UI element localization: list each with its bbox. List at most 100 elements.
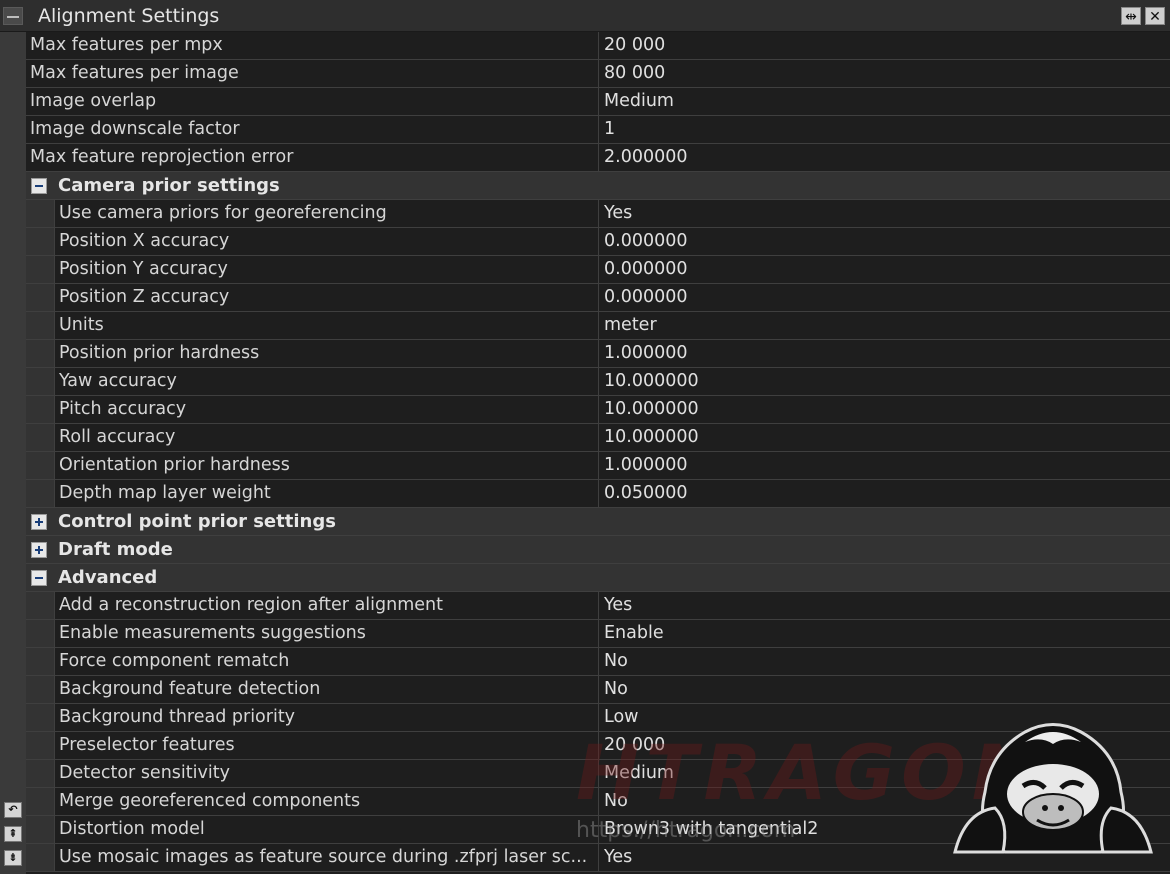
- property-value[interactable]: 10.000000: [598, 396, 1170, 423]
- property-row[interactable]: Enable measurements suggestions Enable: [26, 620, 1170, 648]
- property-value[interactable]: 10.000000: [598, 368, 1170, 395]
- property-name: Position Z accuracy: [54, 284, 598, 311]
- property-name: Add a reconstruction region after alignm…: [54, 592, 598, 619]
- property-name: Roll accuracy: [54, 424, 598, 451]
- property-value[interactable]: 1.000000: [598, 452, 1170, 479]
- property-name: Background thread priority: [54, 704, 598, 731]
- property-row[interactable]: Detector sensitivity Medium: [26, 760, 1170, 788]
- minus-square-icon[interactable]: [31, 178, 47, 194]
- property-value[interactable]: Low: [598, 704, 1170, 731]
- property-value[interactable]: Yes: [598, 592, 1170, 619]
- property-row[interactable]: Image downscale factor 1: [26, 116, 1170, 144]
- property-row[interactable]: Position X accuracy 0.000000: [26, 228, 1170, 256]
- property-row[interactable]: Force component rematch No: [26, 648, 1170, 676]
- property-value[interactable]: meter: [598, 312, 1170, 339]
- property-value[interactable]: 80 000: [598, 60, 1170, 87]
- property-row[interactable]: Max feature reprojection error 2.000000: [26, 144, 1170, 172]
- property-value[interactable]: Enable: [598, 620, 1170, 647]
- section-label: Control point prior settings: [58, 511, 336, 532]
- property-grid: Max features per mpx 20 000 Max features…: [26, 32, 1170, 874]
- property-name: Position Y accuracy: [54, 256, 598, 283]
- property-value[interactable]: No: [598, 788, 1170, 815]
- property-name: Depth map layer weight: [54, 480, 598, 507]
- property-row[interactable]: Max features per mpx 20 000: [26, 32, 1170, 60]
- property-value[interactable]: Medium: [598, 88, 1170, 115]
- undo-icon[interactable]: ↶: [4, 802, 22, 818]
- section-label: Draft mode: [58, 539, 173, 560]
- property-row[interactable]: Depth map layer weight 0.050000: [26, 480, 1170, 508]
- property-name: Use camera priors for georeferencing: [54, 200, 598, 227]
- property-row[interactable]: Position Y accuracy 0.000000: [26, 256, 1170, 284]
- property-name: Preselector features: [54, 732, 598, 759]
- property-name: Image downscale factor: [26, 116, 598, 143]
- property-row[interactable]: Background feature detection No: [26, 676, 1170, 704]
- property-row[interactable]: Position prior hardness 1.000000: [26, 340, 1170, 368]
- property-name: Merge georeferenced components: [54, 788, 598, 815]
- property-row[interactable]: Roll accuracy 10.000000: [26, 424, 1170, 452]
- property-value[interactable]: 1.000000: [598, 340, 1170, 367]
- property-row[interactable]: Yaw accuracy 10.000000: [26, 368, 1170, 396]
- property-name: Image overlap: [26, 88, 598, 115]
- section-label: Advanced: [58, 567, 158, 588]
- property-row[interactable]: Preselector features 20 000: [26, 732, 1170, 760]
- property-value[interactable]: No: [598, 648, 1170, 675]
- property-row[interactable]: Distortion model Brown3 with tangential2: [26, 816, 1170, 844]
- property-value[interactable]: Yes: [598, 844, 1170, 871]
- property-name: Position X accuracy: [54, 228, 598, 255]
- property-value[interactable]: Yes: [598, 200, 1170, 227]
- property-value[interactable]: 0.050000: [598, 480, 1170, 507]
- section-advanced[interactable]: Advanced: [26, 564, 1170, 592]
- property-row[interactable]: Use camera priors for georeferencing Yes: [26, 200, 1170, 228]
- close-icon[interactable]: ✕: [1145, 7, 1165, 25]
- move-up-icon[interactable]: ⇞: [4, 826, 22, 842]
- property-row[interactable]: Position Z accuracy 0.000000: [26, 284, 1170, 312]
- property-value[interactable]: 20 000: [598, 732, 1170, 759]
- property-name: Max features per image: [26, 60, 598, 87]
- property-name: Force component rematch: [54, 648, 598, 675]
- property-value[interactable]: 20 000: [598, 32, 1170, 59]
- section-camera-prior-settings[interactable]: Camera prior settings: [26, 172, 1170, 200]
- property-row[interactable]: Merge georeferenced components No: [26, 788, 1170, 816]
- property-value[interactable]: 1: [598, 116, 1170, 143]
- property-value[interactable]: 2.000000: [598, 144, 1170, 171]
- section-draft-mode[interactable]: Draft mode: [26, 536, 1170, 564]
- plus-square-icon[interactable]: [31, 514, 47, 530]
- property-value[interactable]: 0.000000: [598, 256, 1170, 283]
- section-control-point-prior-settings[interactable]: Control point prior settings: [26, 508, 1170, 536]
- property-name: Units: [54, 312, 598, 339]
- plus-square-icon[interactable]: [31, 542, 47, 558]
- property-name: Distortion model: [54, 816, 598, 843]
- property-name: Orientation prior hardness: [54, 452, 598, 479]
- property-row[interactable]: Image overlap Medium: [26, 88, 1170, 116]
- section-label: Camera prior settings: [58, 175, 280, 196]
- minus-square-icon[interactable]: [31, 570, 47, 586]
- minus-icon[interactable]: [3, 7, 23, 25]
- property-row[interactable]: Pitch accuracy 10.000000: [26, 396, 1170, 424]
- float-window-icon[interactable]: ⇹: [1121, 7, 1141, 25]
- property-name: Background feature detection: [54, 676, 598, 703]
- property-name: Yaw accuracy: [54, 368, 598, 395]
- property-row[interactable]: Orientation prior hardness 1.000000: [26, 452, 1170, 480]
- panel-title: Alignment Settings: [38, 5, 220, 27]
- property-value[interactable]: 0.000000: [598, 228, 1170, 255]
- property-name: Use mosaic images as feature source duri…: [54, 844, 598, 871]
- property-row[interactable]: Use mosaic images as feature source duri…: [26, 844, 1170, 872]
- property-value[interactable]: 0.000000: [598, 284, 1170, 311]
- property-value[interactable]: Medium: [598, 760, 1170, 787]
- property-row[interactable]: Max features per image 80 000: [26, 60, 1170, 88]
- property-value[interactable]: Brown3 with tangential2: [598, 816, 1170, 843]
- panel-titlebar: Alignment Settings ⇹ ✕: [0, 0, 1170, 32]
- property-value[interactable]: No: [598, 676, 1170, 703]
- property-name: Enable measurements suggestions: [54, 620, 598, 647]
- property-name: Max features per mpx: [26, 32, 598, 59]
- property-name: Pitch accuracy: [54, 396, 598, 423]
- property-row[interactable]: Units meter: [26, 312, 1170, 340]
- property-value[interactable]: 10.000000: [598, 424, 1170, 451]
- property-row[interactable]: Add a reconstruction region after alignm…: [26, 592, 1170, 620]
- property-row[interactable]: Background thread priority Low: [26, 704, 1170, 732]
- property-name: Detector sensitivity: [54, 760, 598, 787]
- property-name: Position prior hardness: [54, 340, 598, 367]
- property-name: Max feature reprojection error: [26, 144, 598, 171]
- move-down-icon[interactable]: ⇟: [4, 850, 22, 866]
- left-toolbar: ↶ ⇞ ⇟: [0, 32, 26, 874]
